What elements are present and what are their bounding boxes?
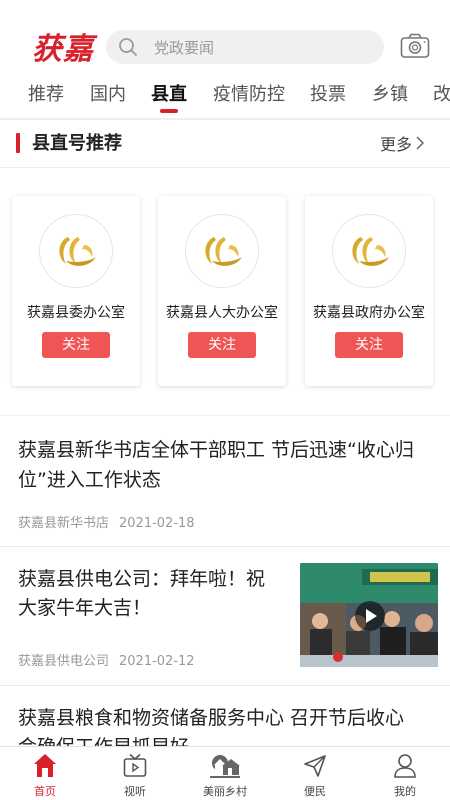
more-label: 更多 (380, 135, 413, 154)
nav-home[interactable]: 首页 (0, 747, 90, 800)
nav-convenience-label: 便民 (304, 785, 326, 798)
nav-convenience[interactable]: 便民 (270, 747, 360, 800)
section-accent-bar (16, 133, 20, 153)
follow-button[interactable]: 关注 (42, 332, 110, 358)
tab-reform[interactable]: 改 (433, 80, 450, 106)
play-icon[interactable] (355, 601, 385, 631)
send-icon (304, 755, 326, 777)
search-bar[interactable]: 党政要闻 (106, 30, 384, 64)
bottom-nav: 首页 视听 美丽乡村 便民 我的 (0, 746, 450, 800)
section-title: 县直号推荐 (32, 133, 122, 154)
news-title-line: 获嘉县粮食和物资储备服务中心 召开节后收心 (18, 707, 405, 729)
nav-home-label: 首页 (34, 785, 56, 798)
account-avatar (332, 214, 406, 288)
nav-mine-label: 我的 (394, 785, 416, 798)
tab-domestic[interactable]: 国内 (90, 80, 126, 106)
app-logo: 获嘉 (32, 32, 94, 67)
nav-village[interactable]: 美丽乡村 (180, 747, 270, 800)
account-avatar (39, 214, 113, 288)
news-title-line: 大家牛年大吉！ (18, 597, 152, 619)
nav-audio-video[interactable]: 视听 (90, 747, 180, 800)
news-meta: 获嘉县新华书店 2021-02-18 (18, 512, 195, 531)
divider (0, 415, 450, 416)
account-logo-icon (205, 237, 242, 266)
tab-epidemic[interactable]: 疫情防控 (213, 80, 285, 106)
more-link[interactable]: 更多 (380, 131, 425, 155)
category-tabs: 推荐 国内 县直 疫情防控 投票 乡镇 改 (0, 75, 450, 115)
active-tab-indicator (160, 109, 178, 113)
follow-button[interactable]: 关注 (335, 332, 403, 358)
news-title-line: 获嘉县新华书店全体干部职工 节后迅速“收心归 (18, 439, 414, 461)
news-title-line: 位”进入工作状态 (18, 469, 161, 491)
account-name: 获嘉县委办公室 (27, 305, 125, 321)
nav-mine[interactable]: 我的 (360, 747, 450, 800)
account-logo-icon (59, 237, 96, 266)
village-icon (210, 755, 240, 778)
news-date: 2021-02-12 (119, 654, 195, 669)
news-date: 2021-02-18 (119, 516, 195, 531)
account-card[interactable]: 获嘉县人大办公室 关注 (158, 196, 286, 386)
account-avatar (185, 214, 259, 288)
search-icon (119, 38, 137, 56)
tab-county-direct[interactable]: 县直 (151, 80, 187, 106)
news-meta: 获嘉县供电公司 2021-02-12 (18, 650, 195, 669)
tab-township[interactable]: 乡镇 (372, 80, 408, 106)
nav-village-label: 美丽乡村 (203, 785, 247, 798)
account-name: 获嘉县人大办公室 (166, 305, 278, 321)
search-placeholder: 党政要闻 (154, 39, 215, 57)
divider (0, 685, 450, 686)
home-icon (34, 754, 56, 777)
account-name: 获嘉县政府办公室 (313, 305, 425, 321)
follow-button[interactable]: 关注 (188, 332, 256, 358)
camera-icon[interactable] (400, 33, 430, 59)
account-card[interactable]: 获嘉县政府办公室 关注 (305, 196, 433, 386)
divider (0, 546, 450, 547)
tab-recommend[interactable]: 推荐 (28, 80, 64, 106)
news-source: 获嘉县供电公司 (18, 654, 110, 669)
tv-icon (123, 753, 147, 777)
chevron-right-icon (416, 136, 425, 150)
nav-audio-video-label: 视听 (124, 785, 146, 798)
user-icon (394, 754, 416, 778)
account-logo-icon (352, 237, 389, 266)
account-card[interactable]: 获嘉县委办公室 关注 (12, 196, 140, 386)
app-header: 获嘉 党政要闻 (0, 0, 450, 75)
news-video-thumbnail[interactable] (300, 563, 438, 667)
news-title-line: 获嘉县供电公司：拜年啦！祝 (18, 568, 266, 590)
tab-vote[interactable]: 投票 (310, 80, 346, 106)
news-source: 获嘉县新华书店 (18, 516, 110, 531)
